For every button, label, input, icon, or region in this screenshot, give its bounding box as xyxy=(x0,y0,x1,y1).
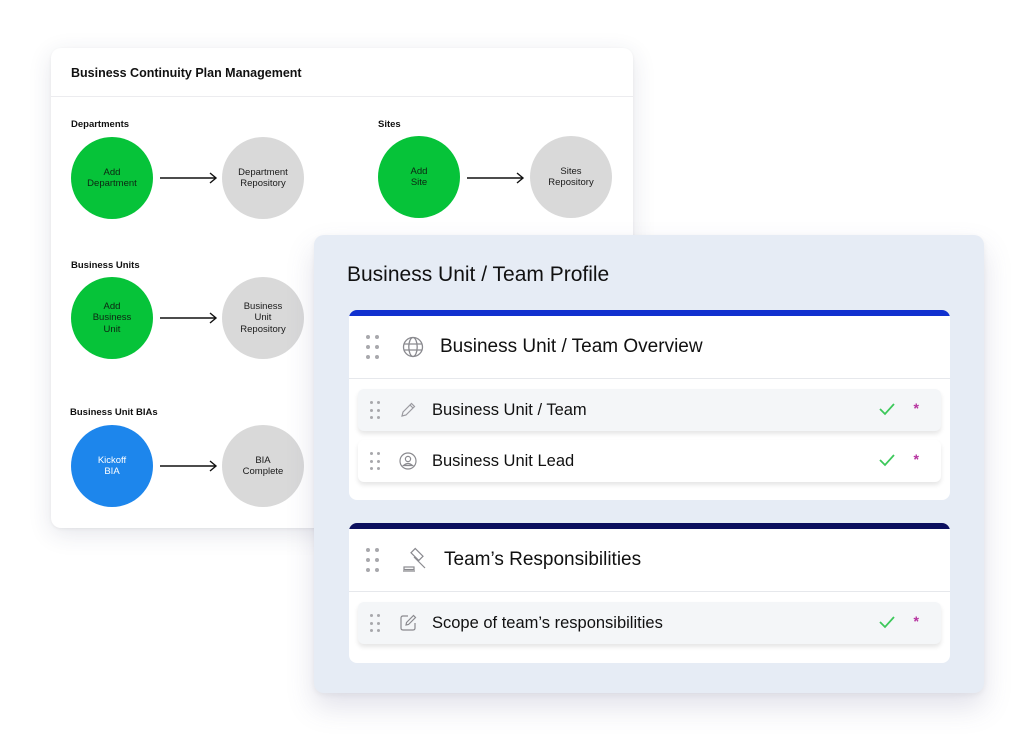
group-label-departments: Departments xyxy=(71,119,130,130)
arrow-right-icon xyxy=(160,172,218,184)
add-department-button[interactable]: Add Department xyxy=(71,137,153,219)
arrow-right-icon xyxy=(160,460,218,472)
required-asterisk: * xyxy=(913,613,919,629)
arrow-right-icon xyxy=(467,172,525,184)
item-label: Business Unit / Team xyxy=(432,400,587,419)
list-item[interactable]: Business Unit Lead * xyxy=(358,440,941,482)
group-label-sites: Sites xyxy=(378,119,401,130)
check-icon xyxy=(879,454,895,467)
list-item[interactable]: Business Unit / Team * xyxy=(358,389,941,431)
section-title: Team’s Responsibilities xyxy=(444,549,642,570)
gavel-icon xyxy=(403,547,426,572)
list-item[interactable]: Scope of team’s responsibilities * xyxy=(358,602,941,644)
section-header[interactable]: Team’s Responsibilities xyxy=(349,529,950,592)
edit-square-icon xyxy=(400,614,417,631)
required-asterisk: * xyxy=(913,400,919,416)
department-repository-button[interactable]: Department Repository xyxy=(222,137,304,219)
drag-handle-icon[interactable] xyxy=(370,614,382,632)
arrow-right-icon xyxy=(160,312,218,324)
check-icon xyxy=(879,616,895,629)
required-asterisk: * xyxy=(913,451,919,467)
pencil-icon xyxy=(401,402,416,417)
group-label-business-unit-bias: Business Unit BIAs xyxy=(70,407,158,418)
bia-complete-button[interactable]: BIA Complete xyxy=(222,425,304,507)
check-icon xyxy=(879,403,895,416)
user-circle-icon xyxy=(399,452,417,470)
business-unit-repository-button[interactable]: Business Unit Repository xyxy=(222,277,304,359)
section-header[interactable]: Business Unit / Team Overview xyxy=(349,316,950,379)
section-title: Business Unit / Team Overview xyxy=(440,336,703,357)
sites-repository-button[interactable]: Sites Repository xyxy=(530,136,612,218)
bcp-title: Business Continuity Plan Management xyxy=(71,66,302,80)
globe-icon xyxy=(402,336,424,358)
drag-handle-icon[interactable] xyxy=(370,401,382,419)
divider xyxy=(51,96,633,97)
section-overview: Business Unit / Team Overview Business U… xyxy=(349,310,950,500)
team-profile-panel: Business Unit / Team Profile Business Un… xyxy=(314,235,984,693)
add-business-unit-button[interactable]: Add Business Unit xyxy=(71,277,153,359)
section-responsibilities: Team’s Responsibilities Scope of team’s … xyxy=(349,523,950,663)
drag-handle-icon[interactable] xyxy=(370,452,382,470)
item-label: Scope of team’s responsibilities xyxy=(432,613,663,632)
drag-handle-icon[interactable] xyxy=(366,335,380,359)
add-site-button[interactable]: Add Site xyxy=(378,136,460,218)
group-label-business-units: Business Units xyxy=(71,260,140,271)
item-label: Business Unit Lead xyxy=(432,451,575,470)
kickoff-bia-button[interactable]: Kickoff BIA xyxy=(71,425,153,507)
drag-handle-icon[interactable] xyxy=(366,548,380,572)
profile-title: Business Unit / Team Profile xyxy=(347,263,610,286)
